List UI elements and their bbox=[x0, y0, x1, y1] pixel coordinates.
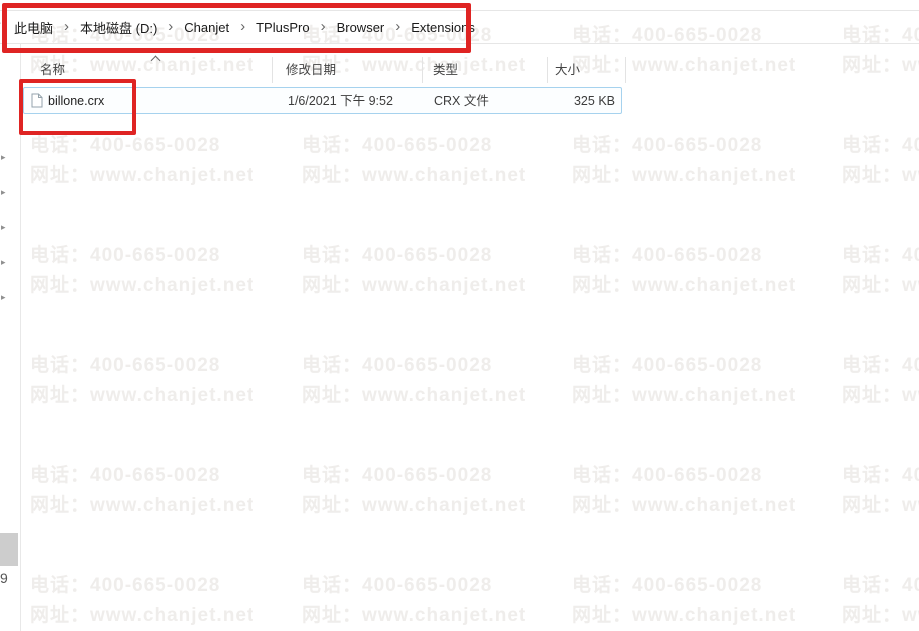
column-divider[interactable] bbox=[547, 57, 548, 83]
file-size: 325 KB bbox=[574, 88, 615, 113]
watermark-phone-text: 电话：400-665-0028 bbox=[302, 350, 492, 377]
watermark-phone-text: 电话：400-665-0028 bbox=[842, 460, 919, 487]
file-row-billone-crx[interactable]: billone.crx 1/6/2021 下午 9:52 CRX 文件 325 … bbox=[23, 87, 622, 114]
watermark-phone-text: 电话：400-665-0028 bbox=[30, 570, 220, 597]
watermark-site-text: 网址：www.chanjet.net bbox=[572, 380, 796, 407]
watermark-site-text: 网址：www.chanjet.net bbox=[572, 270, 796, 297]
watermark-site-text: 网址：www.chanjet.net bbox=[30, 270, 254, 297]
watermark-phone-text: 电话：400-665-0028 bbox=[30, 130, 220, 157]
column-header-name[interactable]: 名称 bbox=[40, 55, 65, 84]
file-icon bbox=[31, 93, 43, 108]
column-divider[interactable] bbox=[422, 57, 423, 83]
navigation-pane-separator bbox=[20, 43, 21, 631]
cropped-text: 9 bbox=[0, 570, 8, 586]
tree-expand-arrow-icon[interactable]: ▸ bbox=[1, 221, 13, 233]
watermark-site-text: 网址：www.chanjet.net bbox=[572, 160, 796, 187]
watermark-site-text: 网址：www.chanjet.net bbox=[842, 490, 919, 517]
breadcrumb-chevron-icon[interactable]: › bbox=[233, 18, 252, 37]
watermark-site-text: 网址：www.chanjet.net bbox=[302, 380, 526, 407]
column-header-size[interactable]: 大小 bbox=[555, 55, 580, 84]
breadcrumb-chevron-icon[interactable]: › bbox=[314, 18, 333, 37]
watermark-site-text: 网址：www.chanjet.net bbox=[302, 270, 526, 297]
breadcrumb-chevron-icon[interactable]: › bbox=[161, 18, 180, 37]
column-header-row: 名称 修改日期 类型 大小 bbox=[0, 55, 919, 84]
watermark-phone-text: 电话：400-665-0028 bbox=[842, 570, 919, 597]
file-date-modified: 1/6/2021 下午 9:52 bbox=[288, 88, 393, 113]
tree-expand-arrow-icon[interactable]: ▸ bbox=[1, 186, 13, 198]
watermark-site-text: 网址：www.chanjet.net bbox=[572, 600, 796, 627]
breadcrumb-chevron-icon[interactable]: › bbox=[388, 18, 407, 37]
breadcrumb: 此电脑 › 本地磁盘 (D:) › Chanjet › TPlusPro › B… bbox=[10, 11, 479, 43]
watermark-site-text: 网址：www.chanjet.net bbox=[30, 600, 254, 627]
watermark-site-text: 网址：www.chanjet.net bbox=[842, 380, 919, 407]
watermark-site-text: 网址：www.chanjet.net bbox=[842, 600, 919, 627]
tree-expand-arrow-icon[interactable]: ▸ bbox=[1, 291, 13, 303]
watermark-phone-text: 电话：400-665-0028 bbox=[842, 240, 919, 267]
breadcrumb-item-chanjet[interactable]: Chanjet bbox=[180, 20, 233, 35]
file-type: CRX 文件 bbox=[434, 88, 489, 113]
watermark-phone-text: 电话：400-665-0028 bbox=[842, 350, 919, 377]
column-divider[interactable] bbox=[272, 57, 273, 83]
breadcrumb-item-extensions[interactable]: Extensions bbox=[407, 20, 479, 35]
watermark-phone-text: 电话：400-665-0028 bbox=[302, 460, 492, 487]
watermark-site-text: 网址：www.chanjet.net bbox=[30, 380, 254, 407]
watermark-phone-text: 电话：400-665-0028 bbox=[572, 240, 762, 267]
breadcrumb-item-this-pc[interactable]: 此电脑 bbox=[10, 18, 57, 37]
breadcrumb-item-tpluspro[interactable]: TPlusPro bbox=[252, 20, 313, 35]
watermark-site-text: 网址：www.chanjet.net bbox=[572, 490, 796, 517]
tree-expand-arrow-icon[interactable]: ▸ bbox=[1, 256, 13, 268]
scrollbar-thumb[interactable] bbox=[0, 533, 18, 566]
watermark-site-text: 网址：www.chanjet.net bbox=[302, 600, 526, 627]
watermark-phone-text: 电话：400-665-0028 bbox=[302, 570, 492, 597]
column-divider[interactable] bbox=[625, 57, 626, 83]
file-explorer-window: { "breadcrumb": { "items": ["此电脑", "本地磁盘… bbox=[0, 0, 919, 631]
watermark-phone-text: 电话：400-665-0028 bbox=[842, 130, 919, 157]
watermark-site-text: 网址：www.chanjet.net bbox=[30, 490, 254, 517]
watermark-site-text: 网址：www.chanjet.net bbox=[842, 160, 919, 187]
watermark-phone-text: 电话：400-665-0028 bbox=[30, 460, 220, 487]
tree-expand-arrow-icon[interactable]: ▸ bbox=[1, 151, 13, 163]
breadcrumb-chevron-icon[interactable]: › bbox=[57, 18, 76, 37]
watermark-phone-text: 电话：400-665-0028 bbox=[30, 240, 220, 267]
watermark-phone-text: 电话：400-665-0028 bbox=[572, 350, 762, 377]
watermark-site-text: 网址：www.chanjet.net bbox=[302, 490, 526, 517]
watermark-phone-text: 电话：400-665-0028 bbox=[572, 460, 762, 487]
addressbar-bottom-border bbox=[0, 43, 919, 44]
watermark-site-text: 网址：www.chanjet.net bbox=[842, 270, 919, 297]
watermark-phone-text: 电话：400-665-0028 bbox=[302, 130, 492, 157]
watermark-phone-text: 电话：400-665-0028 bbox=[30, 350, 220, 377]
watermark-phone-text: 电话：400-665-0028 bbox=[572, 570, 762, 597]
watermark-phone-text: 电话：400-665-0028 bbox=[572, 130, 762, 157]
breadcrumb-item-local-disk-d[interactable]: 本地磁盘 (D:) bbox=[76, 18, 161, 37]
file-name: billone.crx bbox=[48, 88, 104, 113]
breadcrumb-item-browser[interactable]: Browser bbox=[333, 20, 389, 35]
column-header-date-modified[interactable]: 修改日期 bbox=[286, 55, 336, 84]
column-header-type[interactable]: 类型 bbox=[433, 55, 458, 84]
breadcrumb-chevron-icon[interactable]: › bbox=[0, 14, 1, 31]
watermark-site-text: 网址：www.chanjet.net bbox=[30, 160, 254, 187]
watermark-phone-text: 电话：400-665-0028 bbox=[302, 240, 492, 267]
watermark-site-text: 网址：www.chanjet.net bbox=[302, 160, 526, 187]
